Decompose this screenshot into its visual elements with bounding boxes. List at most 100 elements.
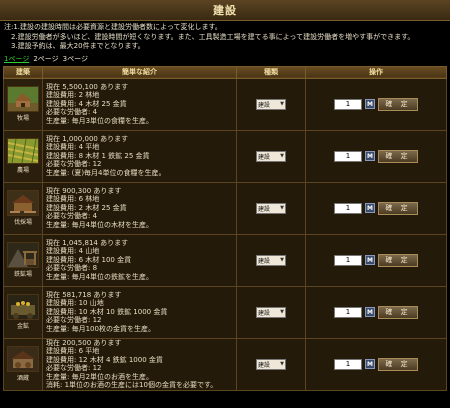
header-type: 種類 [236,65,306,79]
desc-line: 建設費用: 4 木材 25 金貨 [46,99,127,108]
page-link-3[interactable]: 3ページ [63,55,88,63]
desc-line: 建設費用: 10 木材 10 鉄鉱 1000 金貨 [46,307,168,316]
type-select-value: 建設 [258,309,271,317]
chevron-down-icon: ▼ [280,153,284,159]
type-select-value: 建設 [258,153,271,161]
quantity-input[interactable]: 1 [334,306,362,318]
desc-line: 建設費用: 4 平地 [46,143,100,152]
desc-line: 建設費用: 6 木材 100 金貨 [46,255,132,264]
max-button[interactable]: M [365,151,375,161]
type-select[interactable]: 建設 ▼ [256,254,286,266]
quantity-input[interactable]: 1 [334,98,362,110]
confirm-button[interactable]: 確 定 [378,97,418,111]
chevron-down-icon: ▼ [280,257,284,263]
max-button[interactable]: M [365,359,375,370]
chevron-down-icon: ▼ [280,361,284,368]
lumber-mill-image [7,190,39,216]
quantity-input[interactable]: 1 [334,254,362,266]
desc-line: 生産量: (夏)毎月4単位の食糧を生産。 [46,168,166,177]
chevron-down-icon: ▼ [280,205,284,211]
building-cell: 農場 [3,129,43,183]
description-cell: 現在 1,000,000 あります 建設費用: 4 平地 建設費用: 8 木材 … [42,129,237,183]
header-desc: 簡単な紹介 [42,65,237,79]
desc-line: 建設費用: 12 木材 4 鉄鉱 1000 金貨 [46,355,163,364]
desc-line: 建設費用: 10 山地 [46,299,104,308]
table-row: 伐採場 現在 900,300 あります 建設費用: 6 林地 建設費用: 2 木… [3,181,447,235]
desc-line: 現在 900,300 あります [46,186,122,195]
type-select-value: 建設 [258,101,271,109]
chevron-down-icon: ▼ [280,101,284,107]
type-cell: 建設 ▼ [236,181,306,235]
building-name: 伐採場 [13,219,32,226]
building-cell: 金鉱 [3,285,43,339]
desc-line: 必要な労働者: 8 [46,264,98,273]
type-cell: 建設 ▼ [236,77,306,131]
note-line: 3.建設予約は、最大20件までとなります。 [4,42,145,50]
desc-line: 必要な労働者: 12 [46,364,102,373]
table-row: 農場 現在 1,000,000 あります 建設費用: 4 平地 建設費用: 8 … [3,129,447,183]
table-row: 牧場 現在 5,500,100 あります 建設費用: 2 林地 建設費用: 4 … [3,77,447,131]
desc-line: 生産量: 毎月100枚の金貨を生産。 [46,324,155,333]
desc-line: 必要な労働者: 12 [46,316,102,325]
type-select-value: 建設 [258,257,271,265]
header-op: 操作 [305,65,447,79]
desc-line: 建設費用: 4 山地 [46,247,100,256]
note-line: 注:1.建設の建設時間は必要資源と建設労働者数によって変化します。 [4,23,222,31]
type-select[interactable]: 建設 ▼ [256,98,286,110]
page-link-1[interactable]: 1ページ [4,55,29,63]
desc-line: 建設費用: 8 木材 1 鉄鉱 25 金貨 [46,151,150,160]
ranch-image [7,86,39,112]
desc-line: 建設費用: 6 平地 [46,347,100,356]
max-button[interactable]: M [365,307,375,317]
type-cell: 建設 ▼ [236,285,306,339]
desc-line: 現在 5,500,100 あります [46,82,129,91]
confirm-button[interactable]: 確 定 [378,149,418,163]
description-cell: 現在 900,300 あります 建設費用: 6 林地 建設費用: 2 木材 25… [42,181,237,235]
building-name: 牧場 [16,115,29,122]
type-select[interactable]: 建設 ▼ [256,306,286,318]
note-line: 2.建設労働者が多いほど、建設時間が短くなります。また、工具製造工場を建てる事に… [4,32,415,41]
quantity-input[interactable]: 1 [334,150,362,162]
description-cell: 現在 581,718 あります 建設費用: 10 山地 建設費用: 10 木材 … [42,285,237,339]
confirm-button[interactable]: 確 定 [378,305,418,319]
desc-line: 必要な労働者: 4 [46,108,98,117]
page-link-2[interactable]: 2ページ [33,55,58,63]
max-button[interactable]: M [365,203,375,213]
confirm-button[interactable]: 確 定 [378,357,418,371]
notes: 注:1.建設の建設時間は必要資源と建設労働者数によって変化します。 2.建設労働… [0,21,450,52]
building-name: 農場 [16,167,29,174]
desc-line: 現在 581,718 あります [46,290,122,299]
desc-line: 必要な労働者: 12 [46,160,102,169]
desc-line: 生産量: 毎月4単位の鉄鉱を生産。 [46,272,154,281]
type-select[interactable]: 建設 ▼ [256,202,286,214]
type-select[interactable]: 建設 ▼ [256,150,286,162]
building-name: 金鉱 [16,323,29,330]
confirm-button[interactable]: 確 定 [378,201,418,215]
table-row: 鉄鉱場 現在 1,045,814 あります 建設費用: 4 山地 建設費用: 6… [3,233,447,287]
desc-line: 必要な労働者: 4 [46,212,98,221]
building-cell: 鉄鉱場 [3,233,43,287]
page-title: 建設 [0,0,450,21]
confirm-button[interactable]: 確 定 [378,253,418,267]
table-row: 酒蔵 現在 200,500 あります 建設費用: 6 平地 建設費用: 12 木… [3,337,447,392]
operation-cell: 1 M 確 定 [305,337,447,392]
type-cell: 建設 ▼ [236,233,306,287]
max-button[interactable]: M [365,255,375,265]
operation-cell: 1 M 確 定 [305,77,447,131]
building-table: 建築 簡単な紹介 種類 操作 牧場 現在 5,500,100 あります 建設費用… [3,65,447,392]
max-button[interactable]: M [365,99,375,109]
iron-mine-image [7,242,39,268]
quantity-input[interactable]: 1 [334,202,362,214]
desc-line: 生産量: 毎月3単位の食糧を生産。 [46,116,154,125]
operation-cell: 1 M 確 定 [305,233,447,287]
type-select-value: 建設 [258,361,271,369]
building-cell: 伐採場 [3,181,43,235]
desc-line: 建設費用: 2 木材 25 金貨 [46,203,127,212]
brewery-image [7,346,39,373]
type-select[interactable]: 建設 ▼ [256,358,286,370]
pagination: 1ページ 2ページ 3ページ [0,52,450,66]
desc-line: 現在 1,000,000 あります [46,134,129,143]
type-cell: 建設 ▼ [236,337,306,392]
quantity-input[interactable]: 1 [334,358,362,370]
description-cell: 現在 1,045,814 あります 建設費用: 4 山地 建設費用: 6 木材 … [42,233,237,287]
